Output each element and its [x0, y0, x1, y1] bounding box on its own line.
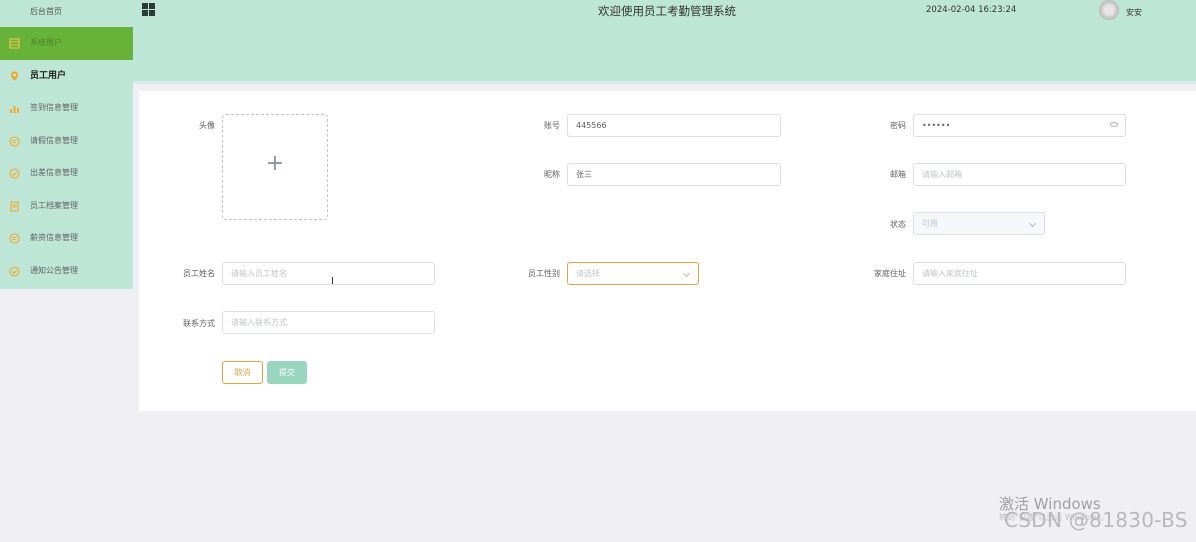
contact-input[interactable]: 请输入联系方式 — [222, 311, 435, 334]
check-circle-icon — [9, 168, 20, 179]
sidebar-item-label: 签到信息管理 — [30, 103, 78, 112]
sidebar-item-system-users[interactable]: 系统用户 — [0, 27, 133, 60]
sidebar-item-label: 员工档案管理 — [30, 200, 78, 210]
bar-chart-icon — [10, 106, 19, 113]
sidebar-item-leave[interactable]: 请假信息管理 — [0, 125, 133, 158]
csdn-watermark: CSDN @81830-BS — [1004, 508, 1188, 532]
sidebar-item-employee-users[interactable]: 员工用户 — [0, 60, 133, 93]
sidebar-item-checkin[interactable]: 签到信息管理 — [0, 92, 133, 125]
status-select: 可用 — [913, 212, 1045, 235]
account-label: 账号 — [544, 121, 560, 130]
password-label: 密码 — [890, 121, 906, 130]
sidebar-item-notices[interactable]: 通知公告管理 — [0, 255, 133, 288]
sidebar-item-label: 通知公告管理 — [30, 265, 78, 275]
cancel-button[interactable]: 取消 — [222, 361, 263, 384]
chat-icon — [9, 233, 20, 244]
grid-menu-icon[interactable] — [142, 3, 155, 16]
email-input[interactable]: 请输入邮箱 — [913, 163, 1126, 186]
sidebar-item-business-trip[interactable]: 出差信息管理 — [0, 157, 133, 190]
chat-icon — [9, 135, 20, 147]
sidebar-item-label: 出差信息管理 — [30, 168, 78, 177]
current-datetime: 2024-02-04 16:23:24 — [926, 5, 1017, 15]
chevron-down-icon — [1028, 219, 1037, 228]
gender-placeholder: 请选择 — [576, 269, 600, 278]
nickname-label: 昵称 — [544, 170, 560, 179]
top-header: 欢迎使用员工考勤管理系统 2024-02-04 16:23:24 安安 — [133, 0, 1196, 84]
user-avatar[interactable] — [1099, 0, 1119, 20]
sidebar-item-home[interactable]: 后台首页 — [0, 0, 133, 27]
document-icon — [10, 200, 19, 212]
eye-icon[interactable] — [1110, 122, 1118, 127]
chevron-down-icon — [682, 269, 691, 278]
table-icon — [9, 38, 20, 49]
contact-label: 联系方式 — [183, 319, 215, 328]
status-label: 状态 — [890, 220, 906, 229]
password-input[interactable]: •••••• — [913, 114, 1126, 137]
employee-name-label: 员工姓名 — [183, 269, 215, 278]
sidebar-item-label: 系统用户 — [30, 38, 62, 47]
sidebar-item-label: 请假信息管理 — [30, 135, 78, 145]
account-input[interactable]: 445566 — [567, 114, 781, 137]
avatar-label: 头像 — [199, 121, 215, 130]
location-pin-icon — [11, 71, 18, 81]
avatar-upload[interactable]: + — [222, 114, 328, 220]
text-cursor-icon: I — [331, 276, 334, 287]
edit-form: 头像 + 账号 445566 密码 •••••• 昵称 张三 邮箱 请输入邮箱 … — [139, 91, 1196, 411]
check-circle-icon — [9, 265, 20, 277]
sidebar-item-salary[interactable]: 薪资信息管理 — [0, 222, 133, 255]
plus-icon: + — [265, 151, 285, 176]
sidebar-item-archives[interactable]: 员工档案管理 — [0, 190, 133, 223]
email-label: 邮箱 — [890, 170, 906, 179]
status-value: 可用 — [922, 219, 938, 228]
nickname-input[interactable]: 张三 — [567, 163, 781, 186]
username[interactable]: 安安 — [1126, 7, 1142, 18]
gender-select[interactable]: 请选择 — [567, 262, 699, 285]
sidebar-item-label: 员工用户 — [30, 70, 67, 81]
employee-name-input[interactable]: 请输入员工姓名 — [222, 262, 435, 285]
address-label: 家庭住址 — [874, 269, 906, 278]
submit-button[interactable]: 提交 — [267, 361, 307, 384]
address-input[interactable]: 请输入家庭住址 — [913, 262, 1126, 285]
sidebar-item-label: 薪资信息管理 — [30, 233, 78, 242]
gender-label: 员工性别 — [528, 269, 560, 278]
system-title: 欢迎使用员工考勤管理系统 — [598, 4, 736, 18]
password-value: •••••• — [922, 121, 951, 130]
sidebar: 后台首页 系统用户 员工用户 签到信息管理 请假信息管理 出差信息管理 员工档案… — [0, 0, 133, 289]
